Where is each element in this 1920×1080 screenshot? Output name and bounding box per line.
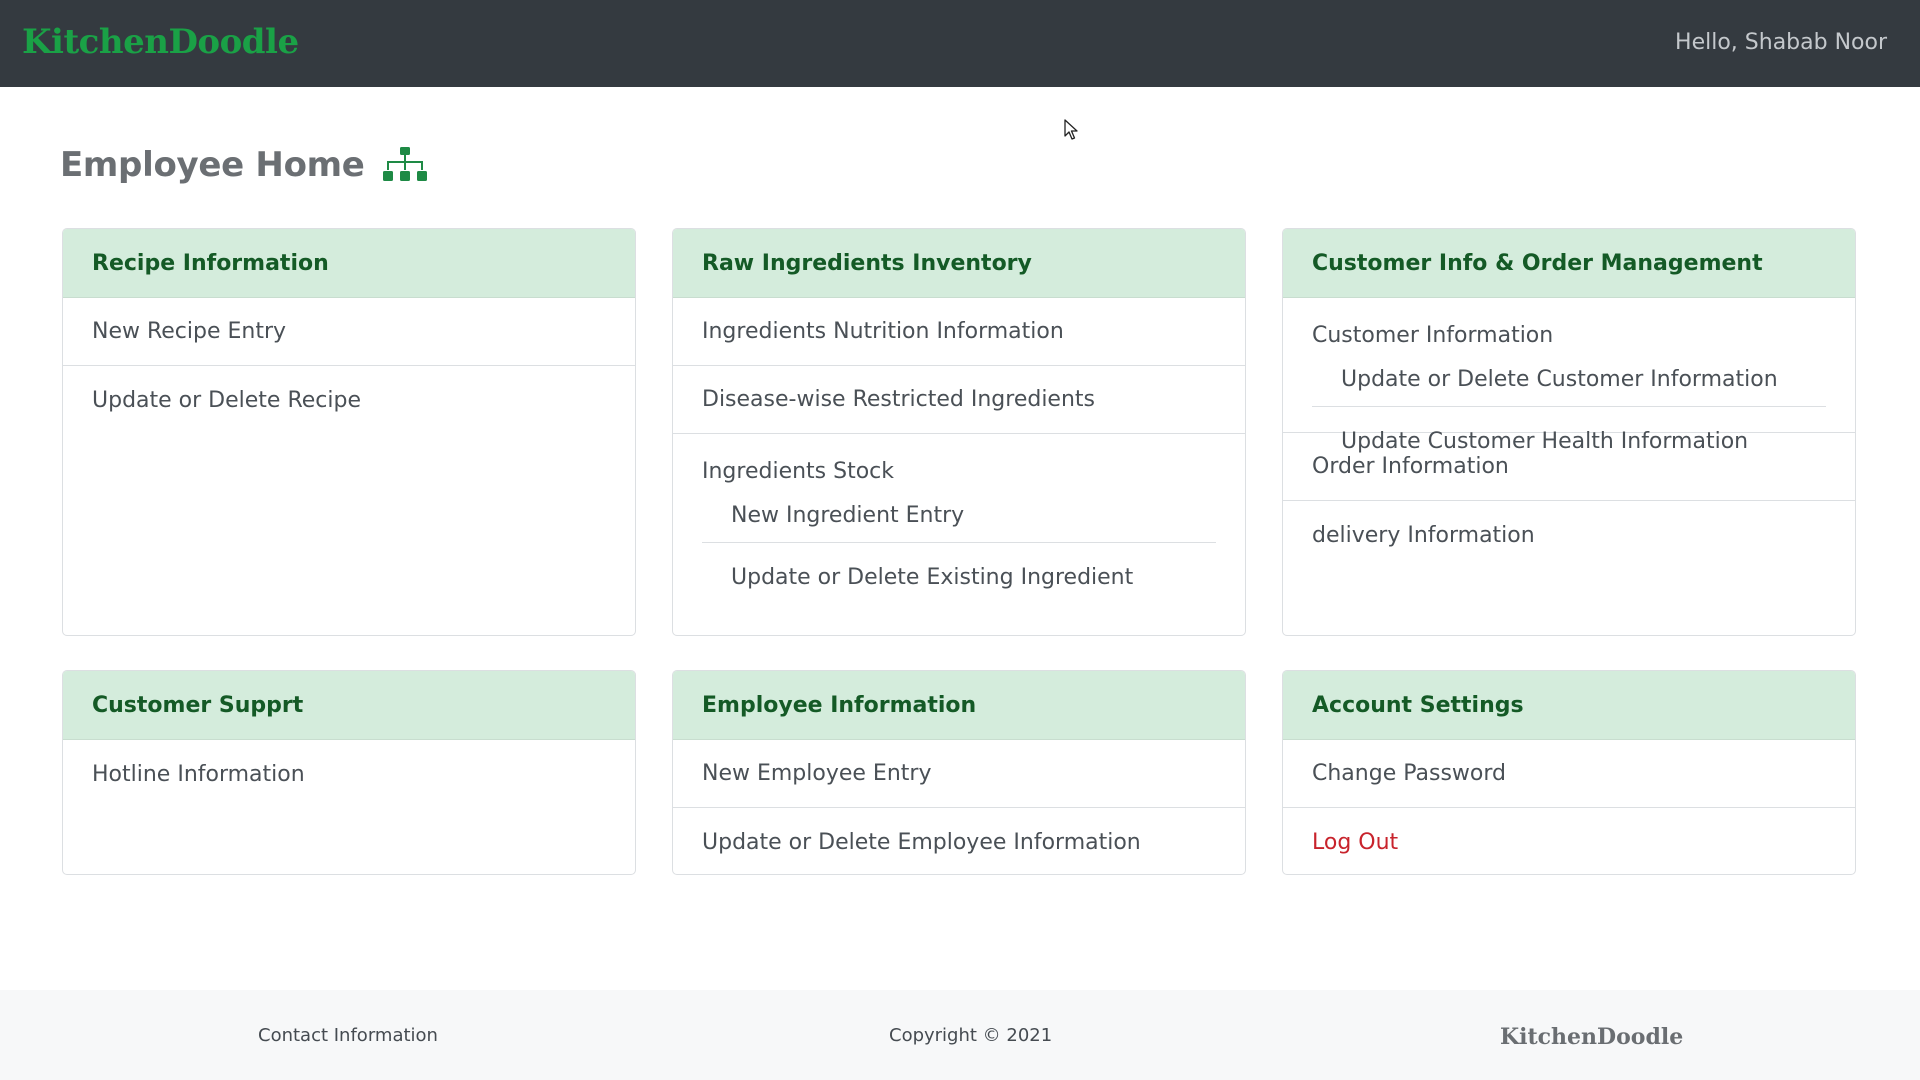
recipe-card: Recipe Information New Recipe Entry Upda… <box>62 228 636 636</box>
footer-copyright: Copyright © 2021 <box>889 1025 1053 1046</box>
update-delete-recipe-link[interactable]: Update or Delete Recipe <box>63 366 635 434</box>
ingredients-stock-title: Ingredients Stock <box>702 459 895 484</box>
support-card-header: Customer Supprt <box>63 671 635 740</box>
update-delete-customer-link[interactable]: Update or Delete Customer Information <box>1312 350 1826 407</box>
update-delete-ingredient-link[interactable]: Update or Delete Existing Ingredient <box>702 543 1216 611</box>
customer-card: Customer Info & Order Management Custome… <box>1282 228 1856 636</box>
page-title: Employee Home <box>60 145 365 185</box>
ingredients-card-header: Raw Ingredients Inventory <box>673 229 1245 298</box>
delivery-information-link[interactable]: delivery Information <box>1283 501 1855 569</box>
restricted-ingredients-link[interactable]: Disease-wise Restricted Ingredients <box>673 366 1245 434</box>
top-navbar: KitchenDoodle Hello, Shabab Noor <box>0 0 1920 87</box>
customer-info-title: Customer Information <box>1312 323 1554 348</box>
recipe-card-header: Recipe Information <box>63 229 635 298</box>
footer-brand: KitchenDoodle <box>1500 1024 1684 1050</box>
brand-logo-link[interactable]: KitchenDoodle <box>22 22 299 62</box>
new-recipe-entry-link[interactable]: New Recipe Entry <box>63 298 635 366</box>
new-employee-entry-link[interactable]: New Employee Entry <box>673 740 1245 808</box>
customer-card-header: Customer Info & Order Management <box>1283 229 1855 298</box>
ingredients-card: Raw Ingredients Inventory Ingredients Nu… <box>672 228 1246 636</box>
footer: Contact Information Copyright © 2021 Kit… <box>0 990 1920 1080</box>
change-password-link[interactable]: Change Password <box>1283 740 1855 808</box>
hotline-information-link[interactable]: Hotline Information <box>63 740 635 808</box>
log-out-link[interactable]: Log Out <box>1283 808 1855 874</box>
customer-info-group: Customer Information Update or Delete Cu… <box>1283 298 1855 454</box>
new-ingredient-entry-link[interactable]: New Ingredient Entry <box>702 486 1216 543</box>
employee-card: Employee Information New Employee Entry … <box>672 670 1246 875</box>
ingredients-stock-group: Ingredients Stock New Ingredient Entry U… <box>673 434 1245 611</box>
footer-contact-link[interactable]: Contact Information <box>258 1025 438 1046</box>
employee-card-header: Employee Information <box>673 671 1245 740</box>
page-heading: Employee Home <box>60 142 427 188</box>
user-greeting[interactable]: Hello, Shabab Noor <box>1675 30 1887 55</box>
ingredients-nutrition-link[interactable]: Ingredients Nutrition Information <box>673 298 1245 366</box>
account-card-header: Account Settings <box>1283 671 1855 740</box>
account-card: Account Settings Change Password Log Out <box>1282 670 1856 875</box>
sitemap-icon <box>382 147 427 181</box>
update-delete-employee-link[interactable]: Update or Delete Employee Information <box>673 808 1245 874</box>
support-card: Customer Supprt Hotline Information <box>62 670 636 875</box>
mouse-cursor-icon <box>1064 119 1078 140</box>
